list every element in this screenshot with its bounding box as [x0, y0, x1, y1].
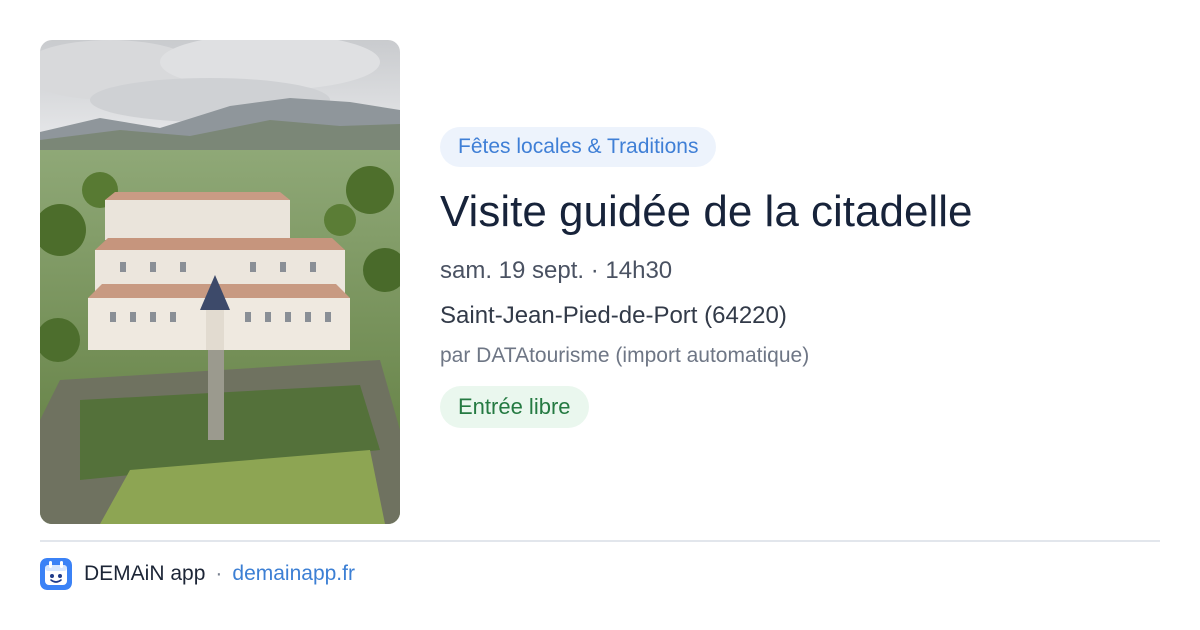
event-photo[interactable] [40, 40, 400, 524]
price-badge: Entrée libre [440, 386, 589, 428]
event-source: par DATAtourisme (import automatique) [440, 344, 810, 367]
event-location: Saint-Jean-Pied-de-Port (64220) [440, 302, 787, 329]
event-details: Fêtes locales & Traditions Visite guidée… [440, 127, 1160, 428]
event-title: Visite guidée de la citadelle [440, 187, 973, 236]
app-website-link[interactable]: demainapp.fr [232, 562, 355, 586]
footer-separator: · [215, 562, 223, 585]
citadel-aerial-image [40, 40, 400, 524]
divider [40, 540, 1160, 542]
demain-app-icon [40, 558, 72, 590]
event-date: sam. 19 sept. · 14h30 [440, 257, 673, 284]
footer: DEMAiN app · demainapp.fr [40, 557, 355, 591]
category-badge[interactable]: Fêtes locales & Traditions [440, 127, 717, 167]
app-name: DEMAiN app [84, 562, 206, 585]
event-card: Fêtes locales & Traditions Visite guidée… [0, 0, 1200, 630]
